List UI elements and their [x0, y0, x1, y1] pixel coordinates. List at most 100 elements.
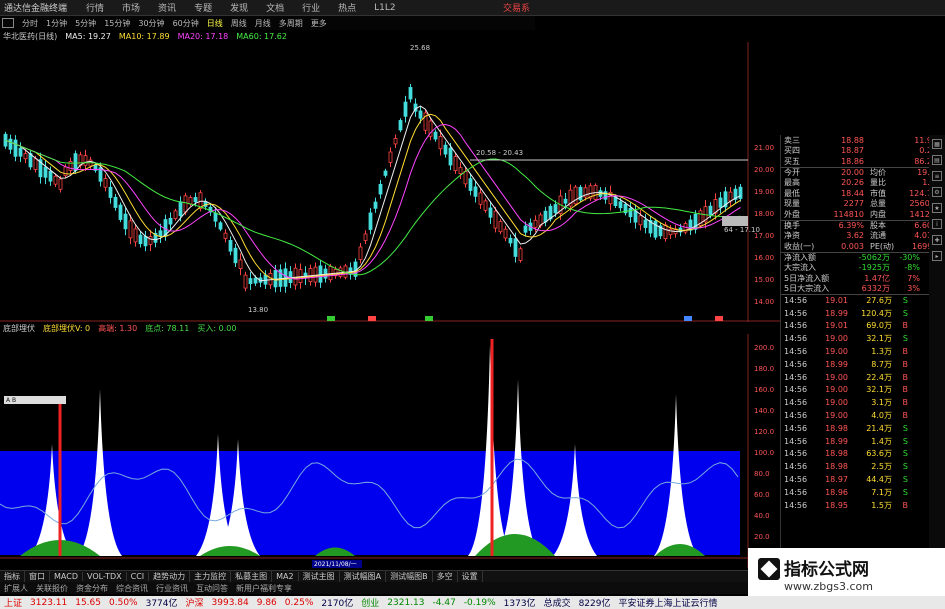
indicator-tab[interactable]: 主力监控: [190, 571, 232, 582]
tick-time: 14:56: [784, 474, 808, 484]
candle-body: [408, 87, 413, 100]
candle-body: [653, 220, 658, 238]
indicator-tab[interactable]: 多空: [433, 571, 458, 582]
menu-item-docs[interactable]: 文档: [257, 1, 293, 14]
candle-body: [213, 212, 218, 222]
ma10-value: MA10: 17.89: [118, 31, 170, 41]
tick-time: 14:56: [784, 372, 808, 382]
quote-label: 买五: [784, 156, 800, 166]
watermark-url: www.zbgs3.com: [784, 580, 873, 593]
quote-value: 18.86: [841, 156, 864, 166]
toggle-icon[interactable]: [2, 18, 14, 28]
candle-body: [663, 224, 668, 240]
sh-index-name[interactable]: 上证: [0, 596, 26, 609]
period-tab[interactable]: 周线: [227, 18, 251, 29]
cy-index-name[interactable]: 创业: [357, 596, 383, 609]
flow-row: 大宗流入 -1925万 -8%: [781, 262, 945, 273]
menu-item-news[interactable]: 资讯: [149, 1, 185, 14]
candlestick-chart[interactable]: 21.0020.0019.0018.0017.0016.0015.0014.00…: [0, 42, 780, 322]
period-tab[interactable]: 60分钟: [169, 18, 203, 29]
star-icon[interactable]: ★: [932, 203, 942, 213]
candle-body: [73, 153, 78, 172]
indicator-tab[interactable]: 趋势动力: [149, 571, 191, 582]
tick-row: 14:56 19.00 32.1万 S: [781, 332, 945, 345]
arrow-icon[interactable]: ▸: [932, 251, 942, 261]
info-tab[interactable]: 互动问答: [192, 583, 232, 594]
grid-icon[interactable]: ▦: [932, 139, 942, 149]
info-tab[interactable]: 行业资讯: [152, 583, 192, 594]
indicator-tab[interactable]: MA2: [272, 572, 299, 581]
candle-body: [443, 144, 448, 155]
period-tab[interactable]: 30分钟: [134, 18, 168, 29]
indicator-tab[interactable]: 设置: [458, 571, 483, 582]
quote-label-2: 内盘: [870, 209, 886, 219]
info-tab[interactable]: 关联报价: [32, 583, 72, 594]
tick-price: 18.98: [825, 423, 848, 433]
flow-pct: -30%: [899, 252, 920, 262]
tick-volume: 21.4万: [866, 423, 892, 433]
menu-item-industry[interactable]: 行业: [293, 1, 329, 14]
quote-value: 18.88: [841, 135, 864, 145]
price-axis-label: 21.00: [754, 144, 774, 152]
info-tab[interactable]: 扩展人: [0, 583, 32, 594]
chart-icon[interactable]: ▤: [932, 155, 942, 165]
indicator-tab[interactable]: 私募主图: [231, 571, 273, 582]
gear-icon[interactable]: ⚙: [932, 187, 942, 197]
period-tab[interactable]: 月线: [251, 18, 275, 29]
indicator-tab[interactable]: 测试幅图B: [386, 571, 433, 582]
menu-item-quotes[interactable]: 行情: [77, 1, 113, 14]
pin-icon[interactable]: ✚: [932, 235, 942, 245]
period-tab[interactable]: 15分钟: [100, 18, 134, 29]
quote-value: 18.44: [841, 188, 864, 198]
indicator-tab[interactable]: 指标: [0, 571, 25, 582]
candle-body: [468, 178, 473, 191]
candle-body: [318, 265, 323, 283]
quote-label: 外盘: [784, 209, 800, 219]
info-tab[interactable]: 综合资讯: [112, 583, 152, 594]
candle-body: [383, 170, 388, 176]
indicator-tab[interactable]: MACD: [50, 572, 83, 581]
menu-item-topics[interactable]: 专题: [185, 1, 221, 14]
candle-body: [633, 210, 638, 223]
indicator-tab[interactable]: 窗口: [25, 571, 50, 582]
tick-time: 14:56: [784, 359, 808, 369]
period-tab[interactable]: 日线: [203, 18, 227, 29]
sh-index-pct: 0.50%: [109, 597, 138, 608]
candle-body: [388, 151, 393, 163]
tick-price: 18.97: [825, 474, 848, 484]
info-tab[interactable]: 资金分布: [72, 583, 112, 594]
period-tab[interactable]: 5分钟: [71, 18, 100, 29]
indicator-chart[interactable]: 200.0 180.0 160.0 140.0 120.0 100.0 80.0 60.0 40…: [0, 334, 780, 568]
indicator-tab[interactable]: 测试幅图A: [340, 571, 387, 582]
tick-time: 14:56: [784, 296, 808, 306]
candle-body: [23, 153, 28, 160]
quote-value: 114810: [833, 209, 864, 219]
list-icon[interactable]: ≡: [932, 171, 942, 181]
trade-system-link[interactable]: 交易系: [503, 1, 945, 14]
indicator-tab[interactable]: 测试主图: [299, 571, 340, 582]
candle-body: [543, 210, 548, 223]
candle-body: [628, 207, 633, 218]
candle-body: [643, 219, 648, 228]
price-axis-label: 18.00: [754, 210, 774, 218]
info-icon[interactable]: i: [932, 219, 942, 229]
tick-side: B: [902, 385, 909, 395]
period-tab[interactable]: 分时: [18, 18, 42, 29]
info-tab[interactable]: 新用户福利专享: [232, 583, 296, 594]
tick-row: 14:56 19.00 4.0万 B: [781, 409, 945, 422]
indicator-tab[interactable]: CCI: [127, 572, 150, 581]
candle-body: [118, 204, 123, 220]
menu-item-market[interactable]: 市场: [113, 1, 149, 14]
candle-body: [248, 278, 253, 285]
menu-item-hot[interactable]: 热点: [329, 1, 365, 14]
period-tab[interactable]: 1分钟: [42, 18, 71, 29]
period-tab[interactable]: 多周期: [275, 18, 307, 29]
candle-body: [113, 196, 118, 208]
tick-side: B: [902, 398, 909, 408]
menu-item-l1l2[interactable]: L1L2: [365, 3, 404, 13]
menu-item-discover[interactable]: 发现: [221, 1, 257, 14]
hs-index-name[interactable]: 沪深: [182, 596, 208, 609]
news-ticker[interactable]: 平安证券上海上证云行情: [614, 596, 721, 609]
period-tab[interactable]: 更多: [307, 18, 331, 29]
indicator-tab[interactable]: VOL-TDX: [83, 572, 127, 581]
